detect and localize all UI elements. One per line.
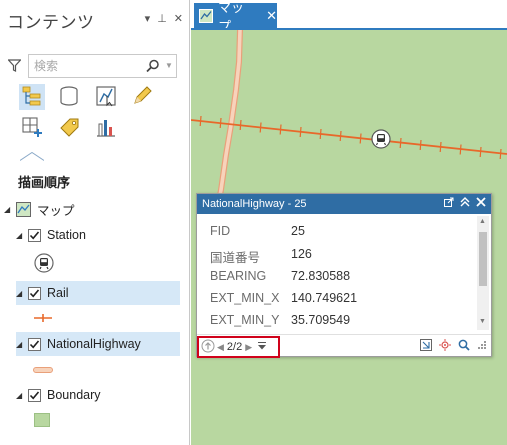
navigate-up-icon[interactable] bbox=[201, 339, 215, 356]
popup-header-buttons bbox=[444, 197, 486, 210]
rail-feature bbox=[191, 119, 507, 155]
record-counter: 2/2 bbox=[226, 341, 243, 353]
drawing-order-heading: 描画順序 bbox=[18, 175, 71, 190]
next-record-icon[interactable]: ▶ bbox=[245, 342, 252, 353]
station-feature bbox=[371, 129, 391, 149]
field-value: 126 bbox=[291, 247, 312, 261]
field-name: FID bbox=[210, 224, 231, 238]
layer-label: Rail bbox=[47, 286, 69, 300]
rail-line-symbol-icon[interactable] bbox=[34, 312, 52, 327]
list-by-drawing-order-button[interactable] bbox=[19, 84, 45, 110]
list-by-snapping-icon bbox=[21, 116, 43, 141]
layer-visibility-checkbox[interactable] bbox=[28, 337, 41, 351]
layer-row-nationalhighway[interactable]: ◢ NationalHighway bbox=[16, 332, 180, 356]
popup-footer: ◀ 2/2 ▶ bbox=[197, 334, 491, 358]
collapse-icon[interactable] bbox=[460, 197, 470, 210]
tree-node-map-label: マップ bbox=[37, 203, 75, 218]
field-name: EXT_MIN_X bbox=[210, 291, 280, 305]
active-tool-caret-icon bbox=[19, 150, 45, 164]
popup-title: NationalHighway - 25 bbox=[202, 198, 307, 210]
layer-visibility-checkbox[interactable] bbox=[28, 228, 41, 242]
close-pane-icon[interactable]: ✕ bbox=[174, 12, 183, 25]
expand-triangle-icon[interactable]: ◢ bbox=[16, 231, 28, 240]
layer-row-rail[interactable]: ◢ Rail bbox=[16, 281, 180, 305]
map-tab-bar: マップ ✕ bbox=[191, 0, 507, 34]
list-by-labeling-button[interactable] bbox=[56, 115, 82, 141]
layer-visibility-checkbox[interactable] bbox=[28, 286, 41, 300]
station-symbol-icon[interactable] bbox=[34, 253, 54, 276]
expand-triangle-icon[interactable]: ◢ bbox=[16, 391, 28, 400]
pane-header-buttons: ▾ ⊥ ✕ bbox=[145, 12, 183, 25]
field-value: 72.830588 bbox=[291, 269, 351, 283]
field-value: 35.709549 bbox=[291, 313, 351, 327]
close-tab-icon[interactable]: ✕ bbox=[266, 8, 277, 24]
close-icon[interactable] bbox=[476, 197, 486, 210]
map-tab-icon bbox=[199, 8, 213, 23]
layer-visibility-checkbox[interactable] bbox=[28, 388, 41, 402]
popup-footer-tools bbox=[420, 339, 487, 351]
tree-node-map[interactable]: ◢ マップ bbox=[4, 197, 180, 221]
expand-triangle-icon[interactable]: ◢ bbox=[4, 205, 16, 214]
feature-popup: NationalHighway - 25 FID 25 国道番号 126 BEA… bbox=[196, 193, 492, 358]
flash-feature-icon[interactable] bbox=[439, 339, 451, 351]
pop-out-icon[interactable] bbox=[444, 197, 454, 210]
list-by-data-source-icon bbox=[58, 85, 80, 110]
records-menu-chevron-down-icon[interactable] bbox=[257, 340, 267, 354]
list-by-snapping-button[interactable] bbox=[19, 115, 45, 141]
expand-triangle-icon[interactable]: ◢ bbox=[16, 289, 28, 298]
boundary-polygon-symbol-icon[interactable] bbox=[34, 413, 50, 430]
field-name: EXT_MIN_Y bbox=[210, 313, 280, 327]
filter-icon[interactable] bbox=[7, 59, 22, 75]
resize-grip-icon[interactable] bbox=[477, 340, 487, 350]
list-by-selection-icon bbox=[95, 85, 117, 110]
search-icon[interactable] bbox=[146, 59, 160, 76]
list-by-editing-icon bbox=[131, 85, 153, 110]
search-input[interactable] bbox=[34, 58, 142, 74]
field-value: 25 bbox=[291, 224, 305, 238]
list-by-selection-button[interactable] bbox=[93, 84, 119, 110]
scroll-down-icon[interactable]: ▼ bbox=[479, 318, 486, 325]
popup-header: NationalHighway - 25 bbox=[197, 194, 491, 214]
field-value: 140.749621 bbox=[291, 291, 358, 305]
highway-line-symbol-icon[interactable] bbox=[33, 364, 53, 378]
contents-pane-title: コンテンツ bbox=[7, 13, 95, 32]
search-options-chevron-down-icon[interactable]: ▼ bbox=[165, 59, 173, 73]
scrollbar-thumb[interactable] bbox=[479, 232, 487, 286]
expand-triangle-icon[interactable]: ◢ bbox=[16, 340, 28, 349]
field-name: 国道番号 bbox=[210, 251, 261, 265]
list-by-data-source-button[interactable] bbox=[56, 84, 82, 110]
layer-label: Boundary bbox=[47, 388, 101, 402]
search-box: ▼ bbox=[28, 54, 177, 78]
pane-options-icon[interactable]: ▾ bbox=[145, 12, 151, 25]
scroll-up-icon[interactable]: ▲ bbox=[479, 218, 486, 225]
record-navigation: ◀ 2/2 ▶ bbox=[197, 336, 280, 358]
popup-fields: FID 25 国道番号 126 BEARING 72.830588 EXT_MI… bbox=[197, 216, 475, 330]
contents-pane: コンテンツ ▾ ⊥ ✕ ▼ bbox=[0, 0, 190, 445]
list-by-drawing-order-icon bbox=[21, 85, 43, 110]
list-by-charts-icon bbox=[95, 116, 117, 141]
list-by-charts-button[interactable] bbox=[93, 115, 119, 141]
layer-label: Station bbox=[47, 228, 86, 242]
pin-icon[interactable]: ⊥ bbox=[157, 12, 167, 25]
map-icon bbox=[16, 201, 31, 217]
list-by-editing-button[interactable] bbox=[129, 84, 155, 110]
zoom-to-feature-icon[interactable] bbox=[420, 339, 432, 351]
layer-row-station[interactable]: ◢ Station bbox=[16, 223, 180, 247]
field-name: BEARING bbox=[210, 269, 267, 283]
layer-label: NationalHighway bbox=[47, 337, 141, 351]
tab-map[interactable]: マップ ✕ bbox=[194, 0, 277, 34]
list-by-labeling-icon bbox=[58, 116, 80, 141]
layer-row-boundary[interactable]: ◢ Boundary bbox=[16, 383, 180, 407]
search-icon[interactable] bbox=[458, 339, 470, 351]
popup-scrollbar[interactable]: ▲ ▼ bbox=[477, 216, 489, 330]
previous-record-icon[interactable]: ◀ bbox=[217, 342, 224, 353]
